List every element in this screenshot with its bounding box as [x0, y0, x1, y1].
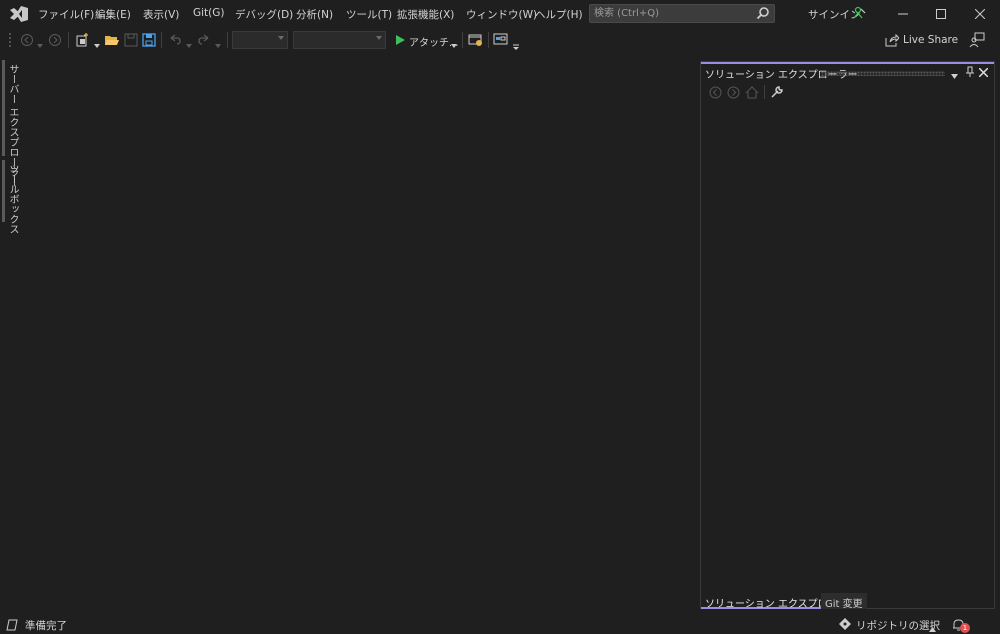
redo-icon: [198, 34, 209, 45]
search-box[interactable]: [589, 4, 775, 23]
notification-badge: 1: [960, 623, 970, 633]
back-arrow-icon: [709, 86, 721, 98]
minimize-icon: [898, 13, 908, 15]
browse-button[interactable]: [467, 31, 485, 49]
navigate-forward-button[interactable]: [46, 31, 64, 49]
se-back-button[interactable]: [707, 84, 723, 100]
play-icon: [396, 35, 405, 45]
attach-dropdown-icon[interactable]: [451, 38, 457, 51]
solution-tree[interactable]: [701, 102, 994, 592]
toolbar-options-icon[interactable]: [513, 40, 519, 53]
search-icon[interactable]: [756, 6, 770, 23]
server-explorer-tab[interactable]: サーバー エクスプローラー: [2, 60, 20, 187]
forward-arrow-icon: [49, 34, 61, 46]
status-bar: 準備完了 リポジトリの選択 1: [0, 616, 1000, 634]
menu-file[interactable]: ファイル(F): [38, 7, 94, 22]
se-properties-button[interactable]: [769, 84, 785, 100]
solution-configuration-dropdown[interactable]: [232, 31, 288, 49]
feedback-person-icon: [969, 32, 985, 48]
pin-icon[interactable]: [965, 66, 975, 81]
menu-edit[interactable]: 編集(E): [95, 7, 131, 22]
sign-in-person-icon[interactable]: [852, 6, 866, 20]
wrench-icon: [771, 86, 783, 98]
back-dropdown-icon[interactable]: [37, 38, 43, 51]
new-project-dropdown-icon[interactable]: [94, 38, 100, 51]
close-panel-icon[interactable]: [978, 67, 989, 80]
home-icon: [745, 85, 759, 98]
window-layout-button[interactable]: [492, 31, 510, 49]
forward-arrow-icon: [727, 86, 739, 98]
git-branch-icon: [839, 618, 851, 633]
live-share-label: Live Share: [903, 34, 959, 46]
feedback-button[interactable]: [969, 32, 985, 48]
toolbar-separator: [488, 32, 489, 48]
output-window-icon[interactable]: [6, 619, 18, 634]
live-share-button[interactable]: Live Share: [884, 32, 958, 48]
window-layout-icon: [493, 33, 508, 45]
menu-view[interactable]: 表示(V): [143, 7, 179, 22]
notifications-button[interactable]: 1: [952, 617, 970, 633]
left-dock-tabs: サーバー エクスプローラー ツールボックス: [0, 56, 22, 616]
menu-git[interactable]: Git(G): [193, 7, 225, 19]
open-folder-icon: [105, 36, 119, 45]
menu-extensions[interactable]: 拡張機能(X): [397, 7, 454, 22]
solution-explorer-header[interactable]: ソリューション エクスプローラー: [701, 62, 994, 81]
undo-dropdown-icon[interactable]: [186, 38, 192, 51]
select-repository-button[interactable]: リポジトリの選択: [856, 618, 940, 633]
toolbox-tab[interactable]: ツールボックス: [2, 160, 20, 234]
chevron-up-icon[interactable]: [929, 622, 936, 634]
save-button[interactable]: [122, 31, 140, 49]
chevron-down-icon: [278, 36, 284, 40]
back-arrow-icon: [21, 34, 33, 46]
save-all-button[interactable]: [140, 31, 158, 49]
window-position-dropdown-icon[interactable]: [951, 69, 958, 82]
navigate-back-button[interactable]: [18, 31, 36, 49]
menu-help[interactable]: ヘルプ(H): [535, 7, 583, 22]
title-bar: ファイル(F) 編集(E) 表示(V) Git(G) デバッグ(D) 分析(N)…: [0, 0, 1000, 28]
new-project-button[interactable]: [74, 31, 92, 49]
maximize-button[interactable]: [922, 0, 960, 28]
menu-window[interactable]: ウィンドウ(W): [466, 7, 537, 22]
close-window-button[interactable]: [961, 0, 999, 28]
se-forward-button[interactable]: [725, 84, 741, 100]
save-icon: [124, 33, 138, 47]
toolbar-separator: [764, 85, 765, 99]
solution-explorer-panel: ソリューション エクスプローラー: [700, 61, 995, 609]
status-text: 準備完了: [25, 620, 67, 632]
toolbar-grip[interactable]: [8, 32, 12, 48]
toolbar-separator: [462, 32, 463, 48]
undo-icon: [170, 34, 181, 45]
minimize-button[interactable]: [884, 0, 922, 28]
redo-button[interactable]: [195, 31, 213, 49]
live-share-icon: [885, 33, 899, 47]
menu-tools[interactable]: ツール(T): [346, 7, 392, 22]
browser-window-icon: [468, 34, 482, 46]
solution-platform-dropdown[interactable]: [293, 31, 386, 49]
redo-dropdown-icon[interactable]: [215, 38, 221, 51]
tab-git-changes[interactable]: Git 変更: [821, 593, 867, 610]
undo-button[interactable]: [166, 31, 184, 49]
menu-debug[interactable]: デバッグ(D): [235, 7, 293, 22]
search-input[interactable]: [594, 6, 754, 21]
toolbar-separator: [227, 32, 228, 48]
se-home-button[interactable]: [744, 84, 760, 100]
save-all-icon: [142, 33, 156, 47]
menu-analyze[interactable]: 分析(N): [296, 7, 333, 22]
open-file-button[interactable]: [103, 31, 121, 49]
toolbar-separator: [68, 32, 69, 48]
editor-area: [24, 56, 696, 612]
maximize-icon: [936, 9, 946, 19]
close-icon: [975, 9, 985, 19]
standard-toolbar: アタッチ... Live Share: [0, 28, 1000, 52]
new-project-icon: [76, 33, 88, 47]
chevron-down-icon: [376, 36, 382, 40]
visual-studio-logo-icon[interactable]: [8, 5, 30, 23]
panel-grip[interactable]: [821, 71, 945, 76]
toolbar-separator: [161, 32, 162, 48]
